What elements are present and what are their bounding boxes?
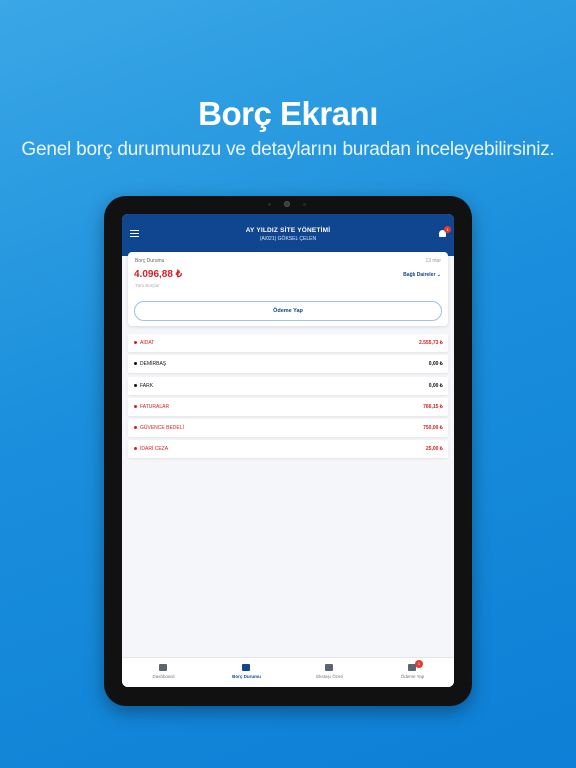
- total-debt-amount: 4.096,88 ₺: [134, 269, 183, 280]
- debt-item-label: GÜVENCE BEDELİ: [140, 425, 184, 432]
- dashboard-icon: [159, 664, 167, 671]
- debt-item-row[interactable]: İDARİ CEZA 25,00 ₺: [128, 440, 448, 459]
- tab-debt-chart[interactable]: Borç Durumu: [205, 658, 288, 687]
- bullet-icon: [134, 426, 137, 430]
- camera-icon: [284, 201, 290, 207]
- debt-item-row[interactable]: GÜVENCE BEDELİ 750,00 ₺: [128, 419, 448, 438]
- debt-item-value: 0,00 ₺: [428, 382, 443, 389]
- debt-item-value: 25,00 ₺: [425, 446, 443, 453]
- tab-dashboard[interactable]: Dashboard: [122, 658, 205, 687]
- debt-summary-card: Borç Durumu 13 mar 4.096,88 ₺ Tüm Borçla…: [128, 252, 448, 326]
- pay-button[interactable]: Ödeme Yap: [134, 301, 442, 321]
- debt-item-value: 0,00 ₺: [428, 361, 443, 368]
- debt-item-row[interactable]: FARK 0,00 ₺: [128, 376, 448, 395]
- debt-chart-icon: [242, 664, 250, 671]
- debt-item-label: FATURALAR: [140, 403, 170, 410]
- debt-item-row[interactable]: DEMİRBAŞ 0,00 ₺: [128, 355, 448, 374]
- sensor-icon: [268, 203, 271, 206]
- bullet-icon: [134, 341, 137, 344]
- app-screen: AY YILDIZ SİTE YÖNETİMİ (A/021) GÖKSEL Ç…: [122, 214, 454, 687]
- app-title: AY YILDIZ SİTE YÖNETİMİ: [245, 227, 331, 234]
- tab-payment[interactable]: Ödeme Yap 1: [371, 658, 454, 687]
- debt-item-label: AİDAT: [140, 340, 155, 346]
- bullet-icon: [134, 362, 137, 366]
- debt-item-value: 766,15 ₺: [423, 403, 443, 410]
- summary-caption: Tüm Borçlar: [135, 283, 160, 288]
- tab-label: Dashboard: [152, 674, 175, 679]
- notification-button[interactable]: 1: [438, 226, 451, 239]
- debt-item-label: FARK: [140, 382, 154, 389]
- summary-label: Borç Durumu: [135, 258, 165, 264]
- tab-badge: 1: [415, 660, 423, 668]
- debt-item-value: 2.555,73 ₺: [418, 340, 443, 346]
- bullet-icon: [134, 404, 137, 408]
- tab-label: Ödeme Yap: [400, 674, 425, 679]
- bullet-icon: [134, 383, 137, 387]
- debt-items-list: AİDAT 2.555,73 ₺ DEMİRBAŞ 0,00 ₺ FARK 0,00 ₺ F…: [128, 334, 448, 462]
- promo-headline: Borç Ekranı: [198, 95, 378, 132]
- app-bar: AY YILDIZ SİTE YÖNETİMİ (A/021) GÖKSEL Ç…: [122, 214, 454, 256]
- notification-badge: 1: [444, 226, 451, 233]
- tab-wallet[interactable]: Ekstaşı Özeti: [288, 658, 371, 687]
- tab-label: Ekstaşı Özeti: [316, 674, 343, 679]
- bottom-tab-bar: Dashboard Borç Durumu Ekstaşı Özeti Ödeme Y…: [122, 657, 454, 687]
- tablet-frame: AY YILDIZ SİTE YÖNETİMİ (A/021) GÖKSEL Ç…: [104, 196, 472, 706]
- debt-item-label: İDARİ CEZA: [140, 446, 169, 453]
- promo-subline: Genel borç durumunuzu ve detaylarını bur…: [21, 139, 555, 160]
- summary-date: 13 mar: [425, 258, 441, 264]
- debt-item-label: DEMİRBAŞ: [140, 361, 167, 368]
- app-subtitle: (A/021) GÖKSEL ÇELEN: [259, 236, 317, 242]
- tab-label: Borç Durumu: [232, 674, 261, 679]
- debt-item-value: 750,00 ₺: [423, 425, 443, 432]
- linked-units-dropdown[interactable]: Bağlı Daireler ⌄: [403, 272, 441, 278]
- debt-item-row[interactable]: FATURALAR 766,15 ₺: [128, 397, 448, 416]
- sensor-icon: [303, 203, 306, 206]
- wallet-icon: [325, 664, 333, 671]
- debt-item-row[interactable]: AİDAT 2.555,73 ₺: [128, 334, 448, 352]
- bullet-icon: [134, 447, 137, 451]
